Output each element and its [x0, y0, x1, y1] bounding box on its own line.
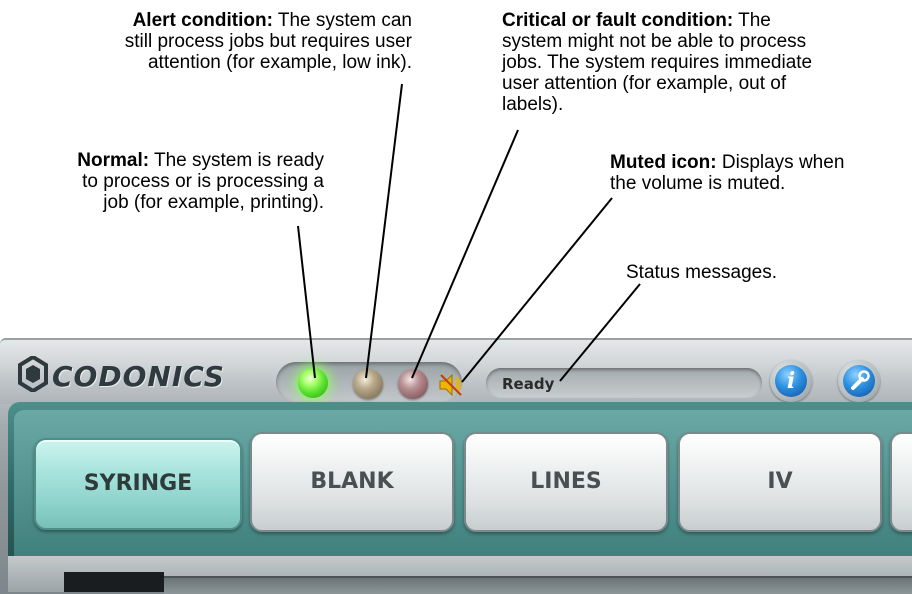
- critical-callout-text-3: jobs. The system requires immediate: [502, 52, 813, 73]
- bottom-track: [164, 576, 912, 594]
- status-callout-text: Status messages.: [626, 262, 778, 283]
- tab-iv[interactable]: IV: [678, 432, 882, 532]
- tab-next-partial[interactable]: [890, 432, 912, 532]
- codonics-logo-icon: [18, 356, 48, 392]
- alert-callout-label: Alert condition:: [132, 10, 273, 31]
- critical-condition-callout: Critical or fault condition: The system …: [502, 10, 902, 115]
- tab-syringe[interactable]: SYRINGE: [34, 438, 242, 530]
- normal-callout-text-3: job (for example, printing).: [103, 192, 324, 213]
- codonics-logo: CODONICS: [14, 354, 254, 396]
- tab-blank[interactable]: BLANK: [250, 432, 454, 532]
- alert-callout-text-3: attention (for example, low ink).: [147, 52, 412, 73]
- alert-callout-text-1: The system can: [272, 10, 412, 31]
- critical-callout-text-2: system might not be able to process: [502, 31, 807, 52]
- tools-button[interactable]: [838, 360, 880, 402]
- tab-lines[interactable]: LINES: [464, 432, 668, 532]
- logo-text: CODONICS: [52, 360, 225, 393]
- critical-callout-text-5: labels).: [502, 94, 564, 115]
- muted-callout-label: Muted icon:: [610, 152, 717, 173]
- critical-callout-text-1: The: [733, 10, 771, 31]
- info-button[interactable]: i: [770, 360, 812, 402]
- muted-icon-callout: Muted icon: Displays when the volume is …: [610, 152, 910, 194]
- normal-status-light-icon: [298, 368, 328, 398]
- tools-icon: [843, 365, 875, 397]
- normal-callout-text-2: to process or is processing a: [82, 171, 324, 192]
- alert-status-light-icon: [353, 369, 383, 399]
- alert-callout-text-2: still process jobs but requires user: [124, 31, 412, 52]
- alert-condition-callout: Alert condition: The system can still pr…: [40, 10, 412, 73]
- info-icon: i: [775, 365, 807, 397]
- muted-callout-text-2: the volume is muted.: [610, 173, 786, 194]
- normal-condition-callout: Normal: The system is ready to process o…: [6, 150, 324, 213]
- status-message-text: Ready: [502, 375, 555, 393]
- bottom-dark-slot: [64, 572, 164, 592]
- normal-callout-label: Normal:: [77, 150, 150, 171]
- fault-status-light-icon: [398, 369, 428, 399]
- normal-callout-text-1: The system is ready: [149, 150, 324, 171]
- critical-callout-label: Critical or fault condition:: [502, 10, 734, 31]
- muted-speaker-icon: [439, 373, 462, 397]
- muted-callout-text-1: Displays when: [716, 152, 845, 173]
- status-messages-callout: Status messages.: [626, 262, 866, 283]
- critical-callout-text-4: user attention (for example, out of: [502, 73, 787, 94]
- alert-pointer-line: [365, 83, 403, 379]
